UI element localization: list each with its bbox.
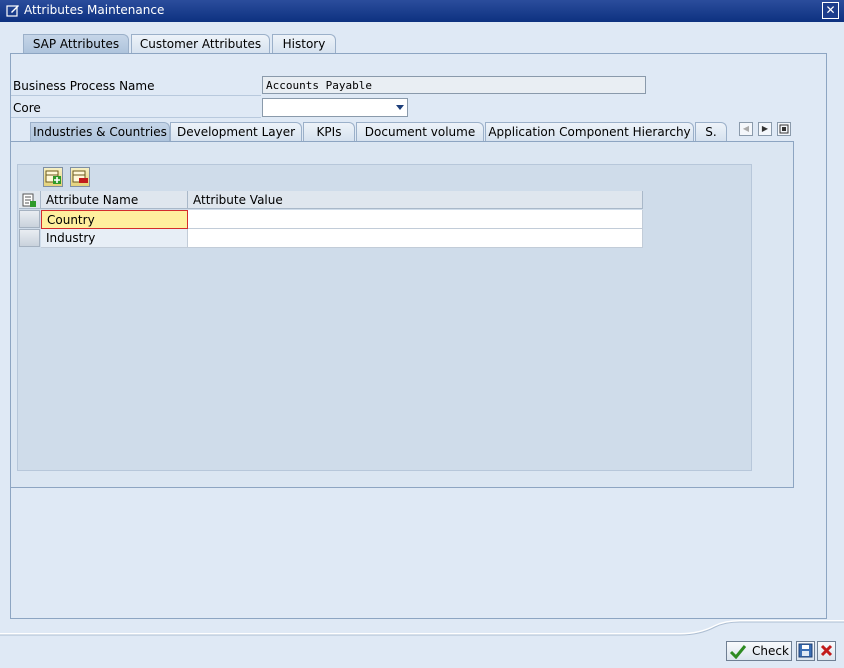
column-header-attribute-name[interactable]: Attribute Name <box>41 191 188 209</box>
subtab-document-volume[interactable]: Document volume <box>356 122 484 141</box>
delete-row-button[interactable] <box>70 167 90 187</box>
table-cell-attribute-value[interactable] <box>188 229 643 248</box>
delete-row-icon <box>72 170 88 183</box>
cancel-button[interactable] <box>817 641 836 661</box>
table-cell-attribute-name[interactable]: Country <box>41 210 188 229</box>
close-window-button[interactable]: ✕ <box>822 2 839 19</box>
row-selector[interactable] <box>19 210 40 228</box>
subtab-kpis[interactable]: KPIs <box>303 122 355 141</box>
check-icon <box>729 645 747 659</box>
business-process-name-field[interactable]: Accounts Payable <box>262 76 646 94</box>
tab-sap-attributes[interactable]: SAP Attributes <box>23 34 129 53</box>
table-cell-attribute-name[interactable]: Industry <box>41 229 188 248</box>
chevron-down-icon <box>396 105 404 110</box>
window-title: Attributes Maintenance <box>24 3 165 17</box>
table-cell-attribute-value[interactable] <box>188 210 643 229</box>
tab-list-icon <box>779 124 789 134</box>
tab-scroll-left-button[interactable]: ◀ <box>739 122 753 136</box>
subtab-label: KPIs <box>316 125 342 139</box>
label-underline <box>11 117 261 118</box>
subtab-more[interactable]: S. <box>695 122 727 141</box>
row-selector[interactable] <box>19 229 40 247</box>
select-all-cell[interactable] <box>19 191 41 209</box>
table-settings-icon <box>22 193 36 207</box>
footer-separator <box>0 620 844 636</box>
save-icon <box>798 643 813 658</box>
column-header-attribute-value[interactable]: Attribute Value <box>188 191 643 209</box>
check-label: Check <box>752 644 789 658</box>
label-underline <box>11 95 261 96</box>
business-process-name-label: Business Process Name <box>13 79 155 93</box>
subtab-development-layer[interactable]: Development Layer <box>170 122 302 141</box>
insert-row-icon <box>45 170 61 184</box>
subtab-industries-countries[interactable]: Industries & Countries <box>30 122 170 141</box>
tab-history[interactable]: History <box>272 34 336 53</box>
cancel-icon <box>820 644 833 657</box>
subtab-label: Industries & Countries <box>33 125 167 139</box>
subtab-label: Document volume <box>364 125 476 139</box>
tab-list-button[interactable] <box>777 122 791 136</box>
close-icon: ✕ <box>825 3 836 17</box>
save-button[interactable] <box>796 641 815 661</box>
edit-window-icon <box>6 5 19 17</box>
subtab-application-component-hierarchy[interactable]: Application Component Hierarchy <box>485 122 694 141</box>
subtab-label: S. <box>705 125 717 139</box>
insert-row-button[interactable] <box>43 167 63 187</box>
tab-customer-attributes[interactable]: Customer Attributes <box>131 34 270 53</box>
tab-label: History <box>282 37 326 51</box>
subtab-label: Development Layer <box>176 125 296 139</box>
tab-scroll-right-button[interactable]: ▶ <box>758 122 772 136</box>
title-bar: Attributes Maintenance ✕ <box>0 0 844 22</box>
check-button[interactable]: Check <box>726 641 792 661</box>
subtab-label: Application Component Hierarchy <box>488 125 691 139</box>
core-label: Core <box>13 101 41 115</box>
core-dropdown[interactable] <box>262 98 408 117</box>
tab-label: Customer Attributes <box>139 37 262 51</box>
tab-label: SAP Attributes <box>32 37 120 51</box>
